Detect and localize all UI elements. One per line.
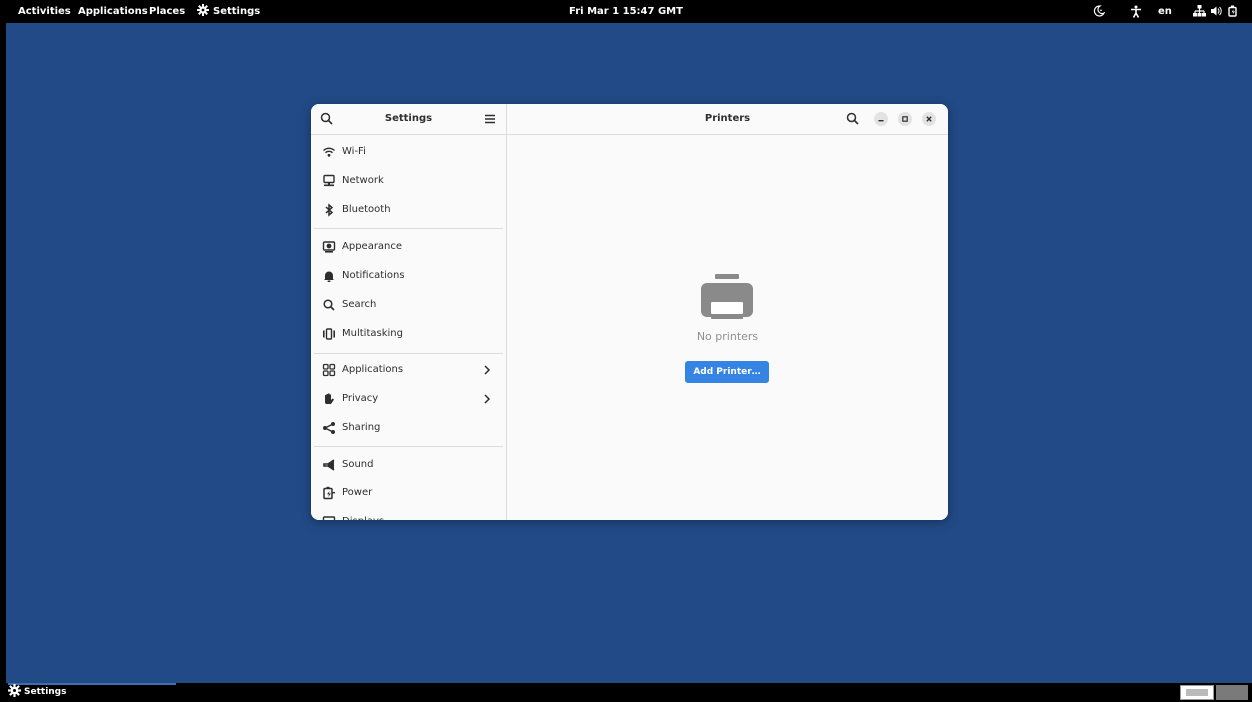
sidebar-item-label: Power [342,487,373,498]
sidebar-item-notifications[interactable]: Notifications [311,262,506,290]
sidebar-header: Settings [311,104,506,135]
sidebar-separator [314,353,503,354]
sidebar-item-label: Displays [342,508,384,520]
search-icon[interactable] [845,111,861,127]
sidebar-list: Wi-Fi Network Bluetooth Appearance Notif… [311,135,506,520]
wifi-icon [323,147,335,157]
sidebar-item-sound[interactable]: Sound [311,451,506,479]
close-icon [926,116,932,122]
sidebar-title: Settings [384,113,433,124]
hand-icon [325,393,334,404]
power-menu-icon[interactable] [1227,0,1239,23]
clock[interactable]: Fri Mar 1 15:47 GMT [0,0,1252,23]
multitasking-icon [323,328,335,340]
settings-window: Settings Wi-Fi Network Bluetooth Appeara… [311,104,948,520]
close-button[interactable] [922,112,936,126]
sidebar-item-label: Privacy [342,393,379,404]
printer-icon [701,274,753,319]
bluetooth-icon [325,203,334,217]
sidebar-item-label: Search [342,299,377,310]
network-wired-icon[interactable] [1193,0,1206,23]
sidebar-item-label: Wi-Fi [342,146,366,157]
sidebar-item-label: Appearance [342,241,403,252]
gear-icon [8,684,21,697]
minimize-icon [878,120,884,122]
bottom-bar: Settings [0,683,1252,702]
sidebar-item-sharing[interactable]: Sharing [311,414,506,442]
sidebar-item-applications[interactable]: Applications [311,356,506,384]
volume-icon[interactable] [1210,0,1222,23]
sidebar-item-label: Network [342,175,384,186]
sidebar-item-label: Bluetooth [342,204,391,215]
printers-panel: Printers No printers Add Printer… [507,104,948,520]
settings-sidebar: Settings Wi-Fi Network Bluetooth Appeara… [311,104,507,520]
appearance-icon [322,241,336,253]
taskbar-item-label: Settings [24,687,67,697]
workspace-2[interactable] [1216,685,1248,700]
sidebar-separator [314,228,503,229]
add-printer-button[interactable]: Add Printer… [685,361,769,383]
empty-state-message: No printers [696,330,759,343]
sidebar-item-displays[interactable]: Displays [311,508,506,520]
share-icon [323,422,335,434]
sidebar-item-wifi[interactable]: Wi-Fi [311,138,506,166]
sidebar-item-label: Sharing [342,422,381,433]
sidebar-item-bluetooth[interactable]: Bluetooth [311,196,506,224]
power-icon [323,486,335,500]
taskbar-item-settings[interactable]: Settings [8,683,66,702]
maximize-icon [902,116,908,122]
sidebar-item-label: Multitasking [342,328,403,339]
hamburger-menu-icon[interactable] [482,111,498,127]
sidebar-separator [314,446,503,447]
top-bar: Activities Applications Places Settings … [0,0,1252,23]
display-icon [322,516,336,520]
minimize-button[interactable] [874,112,888,126]
sidebar-item-appearance[interactable]: Appearance [311,233,506,261]
bell-icon [324,271,334,282]
search-icon [323,299,335,311]
sidebar-item-privacy[interactable]: Privacy [311,385,506,413]
language-indicator[interactable]: en [1158,0,1172,23]
sidebar-item-label: Applications [342,364,404,375]
sidebar-item-label: Notifications [342,270,405,281]
workspace-window-thumb [1186,689,1208,696]
chevron-right-icon [484,365,491,375]
clock-text: Fri Mar 1 15:47 GMT [569,6,683,17]
network-icon [323,174,335,187]
sidebar-item-multitasking[interactable]: Multitasking [311,320,506,348]
night-light-icon[interactable] [1093,0,1106,23]
accessibility-icon[interactable] [1130,0,1142,23]
sidebar-item-power[interactable]: Power [311,479,506,507]
sidebar-item-network[interactable]: Network [311,167,506,195]
sidebar-item-label: Sound [342,459,374,470]
apps-grid-icon [322,363,336,377]
maximize-button[interactable] [898,112,912,126]
sidebar-item-search[interactable]: Search [311,291,506,319]
workspace-1[interactable] [1180,685,1214,700]
content-header: Printers [507,104,948,135]
chevron-right-icon [484,394,491,404]
speaker-icon [323,459,335,471]
